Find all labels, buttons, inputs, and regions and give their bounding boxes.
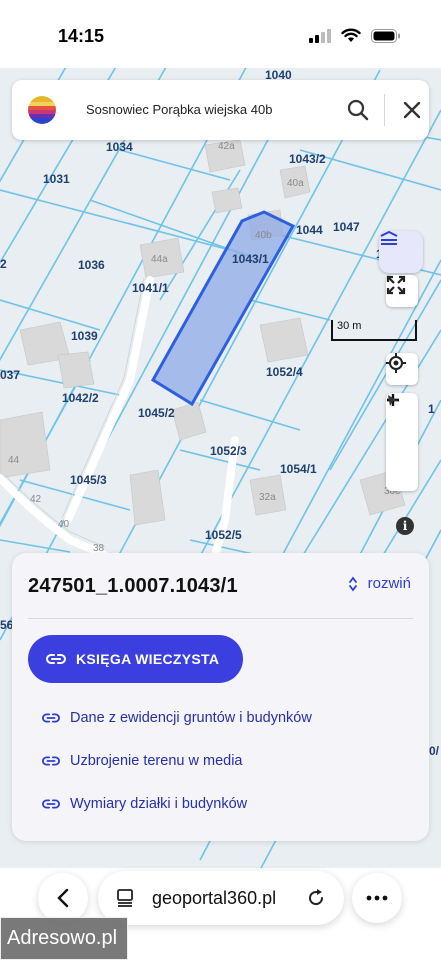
parcel-label: 1052/4 [266,365,303,379]
status-icons [309,28,401,43]
utilities-label: Uzbrojenie terenu w media [70,753,243,769]
land-records-label: Dane z ewidencji gruntów i budynków [70,710,312,726]
wifi-icon [341,28,361,42]
watermark: Adresowo.pl [0,917,128,960]
land-registry-button[interactable]: KSIĘGA WIECZYSTA [28,635,243,683]
parcel-label: 1045/2 [138,406,175,420]
back-button[interactable] [38,873,88,923]
chevron-left-icon [57,888,69,908]
parcel-info-panel: 247501_1.0007.1043/1 rozwiń KSIĘGA WIECZ… [12,553,429,841]
expand-label: rozwiń [367,575,411,592]
layers-icon [380,231,398,245]
panel-divider [28,618,413,619]
parcel-label: 1 [428,402,435,416]
battery-icon [371,28,400,43]
building-label: 40a [287,178,304,189]
status-time: 14:15 [58,26,105,46]
parcel-label: 1043/1 [232,252,269,266]
building-label: 44a [151,254,168,265]
land-records-link[interactable]: Dane z ewidencji gruntów i budynków [42,710,312,726]
parcel-label: 1039 [71,329,98,343]
parcel-label: 1052/5 [205,528,242,542]
parcel-label: 1041/1 [132,281,169,295]
scale-bar: 30 m [331,318,417,342]
reload-icon[interactable] [306,888,326,908]
parcel-label: 1034 [106,140,133,154]
parcel-label: 0/ [429,744,440,758]
building-label: 44 [8,455,20,466]
layers-button[interactable] [379,231,423,273]
dimensions-link[interactable]: Wymiary działki i budynków [42,796,247,812]
scale-line [331,320,417,341]
cellular-signal-icon [309,28,331,43]
search-icon [347,99,369,121]
parcel-label: 2 [0,257,7,271]
fullscreen-icon [386,275,406,295]
search-query[interactable]: Sosnowiec Porąbka wiejska 40b [86,102,272,117]
expand-chevrons-icon [348,576,357,591]
link-icon [42,713,60,723]
building-label: 42 [30,494,42,505]
status-bar: 14:15 [0,0,441,68]
info-icon[interactable]: i [396,517,414,535]
zoom-out-button[interactable] [386,398,418,458]
building-label: 40b [255,230,272,241]
utilities-link[interactable]: Uzbrojenie terenu w media [42,753,242,769]
parcel-label: 1043/2 [289,152,326,166]
parcel-label: 1036 [78,258,105,272]
zoom-controls [386,393,418,491]
compass-icon [388,395,398,406]
building-label: 42a [218,141,235,152]
fullscreen-button[interactable] [386,275,418,307]
url-text[interactable]: geoportal360.pl [152,888,276,909]
expand-button[interactable]: rozwiń [348,575,411,592]
parcel-label: 1042/2 [62,391,99,405]
locate-button[interactable] [386,353,418,385]
search-button[interactable] [344,96,372,124]
search-divider [384,94,385,126]
geoportal-logo-icon [28,96,56,124]
building-label: 40 [58,519,70,530]
link-icon [42,756,60,766]
parcel-label: 1054/1 [280,462,317,476]
address-bar[interactable]: geoportal360.pl [98,871,344,925]
parcel-label: 1052/3 [210,444,247,458]
search-bar[interactable]: Sosnowiec Porąbka wiejska 40b [12,80,429,140]
locate-icon [386,353,406,373]
more-dots-icon [366,895,388,901]
page-menu-icon[interactable] [116,889,134,907]
building-label: 32a [259,492,276,503]
close-icon [403,101,421,119]
link-icon [42,799,60,809]
more-options-button[interactable] [352,873,402,923]
land-registry-label: KSIĘGA WIECZYSTA [76,651,220,667]
link-icon [46,654,66,664]
parcel-id: 247501_1.0007.1043/1 [28,575,238,597]
dimensions-label: Wymiary działki i budynków [70,796,248,812]
parcel-label: 1044 [296,223,323,237]
parcel-label: 1045/3 [70,473,107,487]
parcel-label: 037 [0,368,21,382]
compass-button[interactable] [386,395,418,490]
close-button[interactable] [398,96,426,124]
parcel-label: 1047 [333,220,360,234]
parcel-label: 1031 [43,172,70,186]
